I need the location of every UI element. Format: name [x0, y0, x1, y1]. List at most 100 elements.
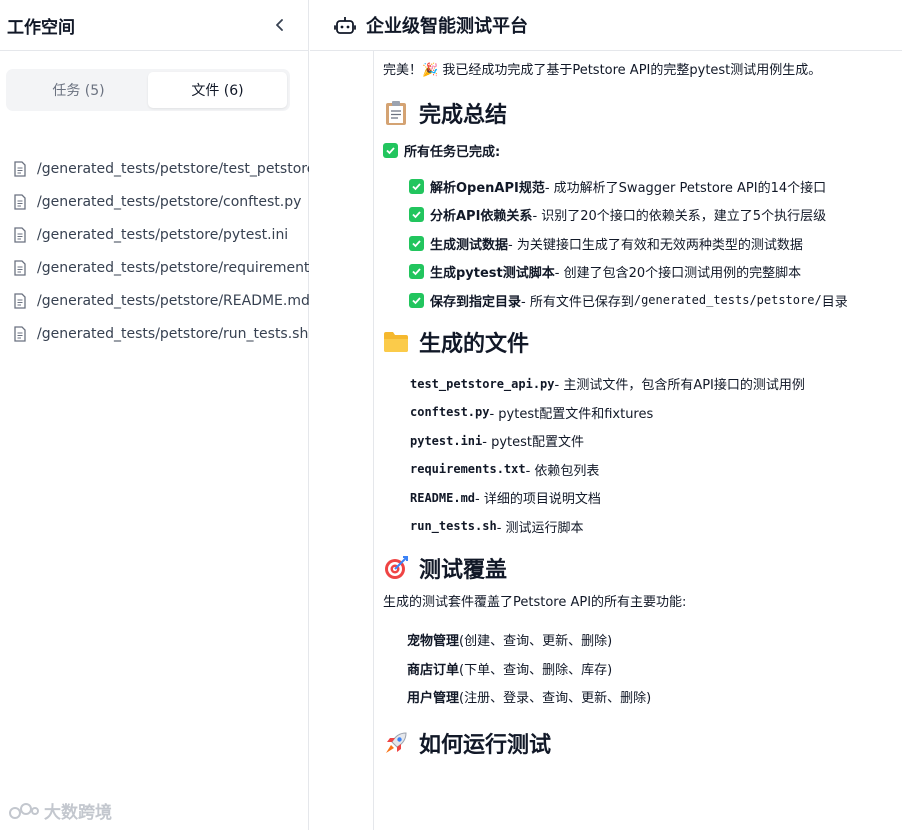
file-item[interactable]: /generated_tests/petstore/pytest.ini: [0, 218, 309, 251]
file-code-name: run_tests.sh: [410, 519, 497, 534]
file-icon: [14, 292, 26, 309]
watermark-logo-icon: [9, 802, 39, 819]
file-name: /generated_tests/petstore/conftest.py: [37, 193, 302, 210]
check-icon: [409, 178, 424, 194]
all-done-label: 所有任务已完成:: [404, 144, 501, 160]
list-item: 宠物管理 (创建、查询、更新、删除): [407, 626, 902, 655]
file-desc: - 依赖包列表: [525, 463, 600, 479]
list-item: test_petstore_api.py - 主测试文件，包含所有API接口的测…: [410, 370, 902, 399]
file-desc: - 详细的项目说明文档: [475, 492, 601, 508]
watermark: 大数跨境: [8, 798, 112, 823]
file-desc: - pytest配置文件和fixtures: [489, 406, 654, 422]
main-panel: 企业级智能测试平台 完美！🎉 我已经成功完成了基于Petstore API的完整…: [310, 0, 902, 830]
file-item[interactable]: /generated_tests/petstore/run_tests.sh: [0, 317, 309, 350]
message-intro: 完美！🎉 我已经成功完成了基于Petstore API的完整pytest测试用例…: [383, 63, 822, 78]
sidebar-tabs: 任务 (5) 文件 (6): [6, 69, 290, 111]
item-desc: (下单、查询、删除、库存): [459, 662, 613, 678]
watermark-text: 大数跨境: [44, 803, 112, 823]
file-name: /generated_tests/petstore/README.md: [37, 292, 309, 309]
section-heading-text: 完成总结: [419, 103, 508, 128]
item-title: 商店订单: [407, 662, 460, 678]
section-heading-text: 测试覆盖: [419, 557, 508, 583]
file-icon: [14, 160, 26, 177]
target-icon: [383, 555, 409, 581]
file-icon: [14, 259, 26, 276]
file-code-name: test_petstore_api.py: [410, 376, 555, 391]
check-icon: [409, 264, 424, 280]
item-title: 保存到指定目录: [430, 294, 522, 310]
section-heading-files: 生成的文件: [383, 328, 902, 357]
item-tail: 目录: [821, 294, 848, 310]
file-item[interactable]: /generated_tests/petstore/requirements.t…: [0, 251, 309, 284]
item-title: 用户管理: [407, 691, 460, 707]
item-title: 分析API依赖关系: [430, 209, 533, 225]
file-icon: [14, 226, 26, 243]
file-code-name: pytest.ini: [410, 433, 483, 448]
list-item: 保存到指定目录 - 所有文件已保存到 /generated_tests/pets…: [409, 286, 902, 315]
item-title: 生成测试数据: [430, 237, 509, 253]
sidebar-title: 工作空间: [7, 17, 75, 38]
all-tasks-done: 所有任务已完成:: [383, 141, 902, 160]
rocket-icon: [383, 730, 409, 756]
item-title: 解析OpenAPI规范: [430, 180, 545, 196]
item-desc: - 为关键接口生成了有效和无效两种类型的测试数据: [508, 237, 803, 253]
page-title: 企业级智能测试平台: [366, 16, 528, 37]
section-heading-run: 如何运行测试: [383, 728, 902, 758]
file-name: /generated_tests/petstore/requirements.t…: [37, 259, 309, 276]
file-name: /generated_tests/petstore/run_tests.sh: [37, 325, 309, 342]
section-heading-coverage: 测试覆盖: [383, 554, 902, 583]
item-desc: - 创建了包含20个接口测试用例的完整脚本: [554, 266, 802, 282]
file-item[interactable]: /generated_tests/petstore/conftest.py: [0, 185, 309, 218]
file-name: /generated_tests/petstore/test_petstore_…: [37, 160, 309, 177]
list-item: pytest.ini - pytest配置文件: [410, 427, 902, 456]
item-desc: (创建、查询、更新、删除): [459, 634, 613, 650]
list-item: 用户管理 (注册、登录、查询、更新、删除): [407, 683, 902, 712]
item-desc: - 所有文件已保存到: [521, 294, 634, 310]
collapse-sidebar-button[interactable]: [270, 15, 290, 35]
list-item: 解析OpenAPI规范 - 成功解析了Swagger Petstore API的…: [409, 172, 902, 201]
coverage-intro: 生成的测试套件覆盖了Petstore API的所有主要功能:: [383, 595, 687, 610]
file-code-name: README.md: [410, 490, 476, 505]
check-icon: [383, 142, 398, 158]
list-item: README.md - 详细的项目说明文档: [410, 484, 902, 513]
section-heading-summary: 完成总结: [383, 99, 902, 128]
section-heading-text: 如何运行测试: [419, 733, 552, 758]
file-desc: - 主测试文件，包含所有API接口的测试用例: [554, 378, 805, 394]
file-item[interactable]: /generated_tests/petstore/README.md: [0, 284, 309, 317]
list-item: 生成测试数据 - 为关键接口生成了有效和无效两种类型的测试数据: [409, 229, 902, 258]
list-item: 分析API依赖关系 - 识别了20个接口的依赖关系，建立了5个执行层级: [409, 201, 902, 230]
tab-files[interactable]: 文件 (6): [148, 72, 287, 108]
check-icon: [409, 235, 424, 251]
file-list: /generated_tests/petstore/test_petstore_…: [0, 152, 309, 350]
list-item: conftest.py - pytest配置文件和fixtures: [410, 398, 902, 427]
sidebar: 工作空间 任务 (5) 文件 (6) /generated_tests/pets…: [0, 0, 309, 830]
file-desc: - 测试运行脚本: [496, 520, 584, 536]
chevron-left-icon: [276, 19, 283, 31]
file-icon: [14, 325, 26, 342]
robot-icon: [334, 17, 356, 34]
sidebar-header: 工作空间: [0, 0, 308, 51]
list-item: run_tests.sh - 测试运行脚本: [410, 512, 902, 541]
coverage-list: 宠物管理 (创建、查询、更新、删除) 商店订单 (下单、查询、删除、库存) 用户…: [383, 626, 902, 712]
file-desc: - pytest配置文件: [482, 435, 584, 451]
file-name: /generated_tests/petstore/pytest.ini: [37, 226, 289, 243]
check-icon: [409, 207, 424, 223]
item-desc: (注册、登录、查询、更新、删除): [459, 691, 652, 707]
item-title: 生成pytest测试脚本: [430, 266, 555, 282]
list-item: 生成pytest测试脚本 - 创建了包含20个接口测试用例的完整脚本: [409, 258, 902, 287]
file-item[interactable]: /generated_tests/petstore/test_petstore_…: [0, 152, 309, 185]
item-desc: - 识别了20个接口的依赖关系，建立了5个执行层级: [532, 209, 827, 225]
tab-tasks[interactable]: 任务 (5): [9, 72, 148, 108]
file-code-name: conftest.py: [410, 405, 490, 420]
item-code: /generated_tests/petstore/: [633, 293, 822, 308]
files-section-list: test_petstore_api.py - 主测试文件，包含所有API接口的测…: [383, 370, 902, 541]
file-icon: [14, 193, 26, 210]
list-item: 商店订单 (下单、查询、删除、库存): [407, 654, 902, 683]
file-code-name: requirements.txt: [410, 462, 526, 477]
item-desc: - 成功解析了Swagger Petstore API的14个接口: [544, 180, 827, 196]
item-title: 宠物管理: [407, 634, 460, 650]
section-heading-text: 生成的文件: [419, 331, 530, 357]
summary-list: 解析OpenAPI规范 - 成功解析了Swagger Petstore API的…: [383, 172, 902, 315]
chat-message: 完美！🎉 我已经成功完成了基于Petstore API的完整pytest测试用例…: [373, 51, 902, 830]
folder-icon: [383, 329, 409, 355]
